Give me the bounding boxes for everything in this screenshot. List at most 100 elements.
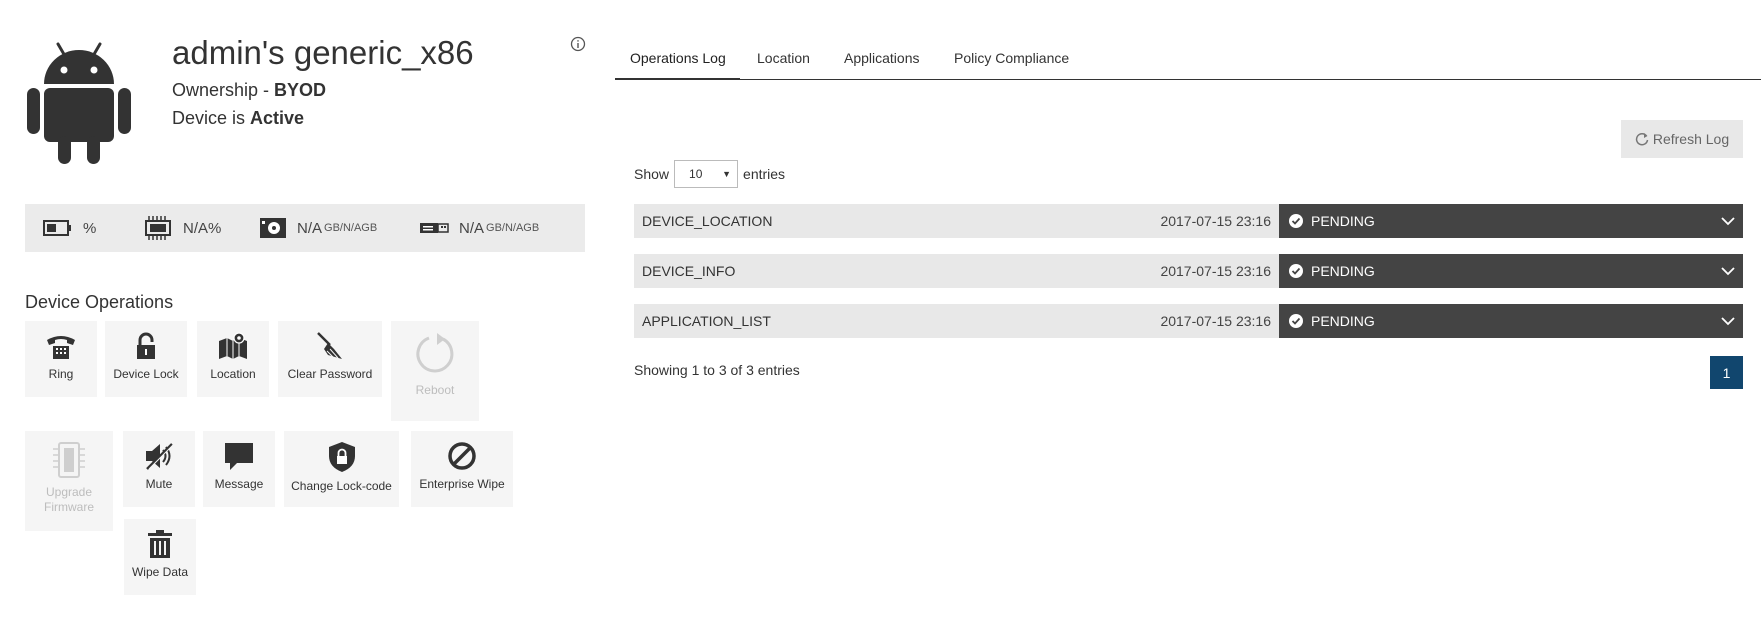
page-size-control: Show 10 ▼ entries	[634, 160, 785, 188]
trash-icon	[148, 530, 172, 558]
device-stats-bar: % N/A% N/A GB/N/AGB N/A GB/N/AGB	[25, 204, 585, 252]
message-label: Message	[214, 477, 264, 491]
ownership-prefix: Ownership -	[172, 80, 275, 100]
device-lock-button[interactable]: Device Lock	[105, 321, 187, 397]
ring-label: Ring	[48, 367, 74, 381]
reboot-label: Reboot	[415, 383, 455, 397]
active-tab-indicator	[615, 78, 740, 80]
cpu-stat: N/A%	[143, 204, 221, 252]
page-size-value: 10	[689, 167, 703, 181]
chevron-down-icon[interactable]	[1721, 214, 1735, 228]
change-lock-code-label: Change Lock-code	[291, 479, 392, 493]
hard-drive-icon	[260, 218, 286, 238]
enterprise-wipe-label: Enterprise Wipe	[419, 477, 505, 491]
status-prefix: Device is	[172, 108, 251, 128]
change-lock-code-button[interactable]: Change Lock-code	[284, 431, 399, 507]
dropdown-arrow-icon: ▼	[722, 169, 732, 179]
storage-unit: GB/N/AGB	[324, 222, 378, 234]
storage-stat: N/A GB/N/AGB	[259, 204, 377, 252]
cpu-value: N/A%	[183, 219, 222, 237]
log-timestamp: 2017-07-15 23:16	[1160, 263, 1271, 279]
show-label: Show	[634, 166, 670, 182]
battery-icon	[43, 220, 71, 236]
pagination-page-1[interactable]: 1	[1710, 356, 1743, 389]
refresh-icon	[1635, 133, 1649, 146]
battery-value: %	[83, 219, 97, 237]
log-status[interactable]: PENDING	[1279, 204, 1743, 238]
device-operations-title: Device Operations	[25, 292, 174, 312]
status-value: Active	[250, 108, 305, 128]
mute-label: Mute	[145, 477, 173, 491]
message-icon	[225, 443, 253, 470]
ring-button[interactable]: Ring	[25, 321, 97, 397]
reboot-icon	[416, 333, 454, 373]
log-row-info: DEVICE_INFO 2017-07-15 23:16	[634, 254, 1279, 288]
check-circle-icon	[1289, 264, 1303, 278]
ownership-value: BYOD	[274, 80, 327, 100]
mute-button[interactable]: Mute	[123, 431, 195, 507]
map-icon	[219, 332, 247, 359]
page-size-select[interactable]: 10 ▼	[674, 160, 739, 188]
check-circle-icon	[1289, 214, 1303, 228]
tab-location[interactable]: Location	[757, 50, 810, 66]
log-status[interactable]: PENDING	[1279, 304, 1743, 338]
mute-icon	[146, 443, 175, 470]
log-row-info: DEVICE_LOCATION 2017-07-15 23:16	[634, 204, 1279, 238]
info-icon[interactable]	[570, 36, 586, 52]
log-status-text: PENDING	[1311, 263, 1375, 279]
log-status[interactable]: PENDING	[1279, 254, 1743, 288]
cpu-icon	[145, 216, 171, 240]
log-timestamp: 2017-07-15 23:16	[1160, 313, 1271, 329]
shield-lock-icon	[328, 442, 355, 472]
tab-operations-log[interactable]: Operations Log	[630, 50, 726, 66]
clear-password-button[interactable]: Clear Password	[278, 321, 382, 397]
chevron-down-icon[interactable]	[1721, 264, 1735, 278]
log-operation-name: DEVICE_LOCATION	[642, 213, 773, 229]
status-line: Device is Active	[172, 108, 304, 129]
log-row[interactable]: DEVICE_INFO 2017-07-15 23:16 PENDING	[634, 254, 1743, 288]
chevron-down-icon[interactable]	[1721, 314, 1735, 328]
refresh-log-label: Refresh Log	[1652, 131, 1730, 147]
android-icon	[27, 42, 131, 164]
device-panel: admin's generic_x86 Ownership - BYOD Dev…	[0, 0, 600, 638]
tab-bar: Operations Log Location Applications Pol…	[615, 40, 1761, 80]
chip-icon	[53, 442, 85, 478]
message-button[interactable]: Message	[203, 431, 275, 507]
device-title: admin's generic_x86	[172, 34, 474, 71]
log-row-info: APPLICATION_LIST 2017-07-15 23:16	[634, 304, 1279, 338]
wipe-data-label: Wipe Data	[131, 565, 189, 579]
storage-value: N/A	[297, 219, 323, 237]
reboot-button: Reboot	[391, 321, 479, 421]
block-icon	[448, 442, 476, 470]
upgrade-firmware-button: Upgrade Firmware	[25, 431, 113, 531]
entries-summary: Showing 1 to 3 of 3 entries	[634, 362, 800, 378]
battery-stat: %	[43, 204, 96, 252]
usb-value: N/A	[459, 219, 485, 237]
log-row[interactable]: APPLICATION_LIST 2017-07-15 23:16 PENDIN…	[634, 304, 1743, 338]
phone-icon	[47, 336, 75, 359]
location-label: Location	[210, 367, 256, 381]
tab-policy-compliance[interactable]: Policy Compliance	[954, 50, 1069, 66]
log-operation-name: DEVICE_INFO	[642, 263, 736, 279]
usb-stat: N/A GB/N/AGB	[419, 204, 539, 252]
upgrade-firmware-label: Upgrade Firmware	[44, 485, 94, 514]
usb-unit: GB/N/AGB	[486, 222, 540, 234]
check-circle-icon	[1289, 314, 1303, 328]
wipe-data-button[interactable]: Wipe Data	[124, 519, 196, 595]
enterprise-wipe-button[interactable]: Enterprise Wipe	[411, 431, 513, 507]
log-row[interactable]: DEVICE_LOCATION 2017-07-15 23:16 PENDING	[634, 204, 1743, 238]
log-status-text: PENDING	[1311, 313, 1375, 329]
broom-icon	[317, 332, 342, 359]
refresh-log-button[interactable]: Refresh Log	[1621, 120, 1743, 158]
log-timestamp: 2017-07-15 23:16	[1160, 213, 1271, 229]
location-button[interactable]: Location	[197, 321, 269, 397]
entries-label: entries	[743, 166, 786, 182]
log-status-text: PENDING	[1311, 213, 1375, 229]
usb-drive-icon	[420, 223, 449, 233]
device-lock-label: Device Lock	[113, 367, 179, 381]
clear-password-label: Clear Password	[287, 367, 373, 381]
lock-icon	[137, 332, 155, 359]
log-operation-name: APPLICATION_LIST	[642, 313, 771, 329]
ownership-line: Ownership - BYOD	[172, 80, 326, 101]
tab-applications[interactable]: Applications	[844, 50, 920, 66]
